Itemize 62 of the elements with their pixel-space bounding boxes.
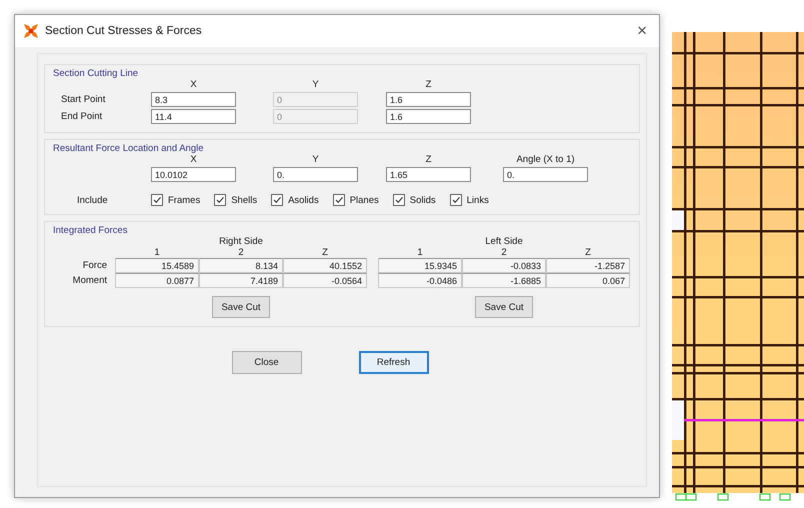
column-header: 2: [237, 247, 245, 258]
table-cell: 15.9345: [378, 258, 462, 273]
column-header: Z: [424, 79, 432, 90]
save-cut-button[interactable]: Save Cut: [475, 296, 533, 318]
column-header: Y: [311, 79, 320, 90]
table-cell: 0.067: [546, 273, 630, 288]
input-field[interactable]: 1.65: [386, 167, 471, 182]
checkbox-icon[interactable]: [271, 194, 284, 206]
row-label: Start Point: [60, 94, 106, 105]
side-title: Right Side: [218, 236, 264, 247]
close-button[interactable]: ×: [633, 21, 651, 41]
input-field[interactable]: 11.4: [151, 109, 236, 124]
column-header: Z: [584, 247, 592, 258]
table-cell: -0.0486: [378, 273, 462, 288]
app-logo-icon: [23, 23, 39, 39]
table-cell: 7.4189: [199, 273, 283, 288]
table-cell: -0.0564: [283, 273, 367, 288]
table-cell: -1.2587: [546, 258, 630, 273]
checkbox[interactable]: Asolids: [271, 194, 319, 206]
dialog-button[interactable]: Close: [232, 351, 302, 374]
group-title: Integrated Forces: [53, 225, 128, 236]
table-cell: 40.1552: [283, 258, 367, 273]
table-cell: -1.6885: [462, 273, 546, 288]
checkbox-icon[interactable]: [450, 194, 462, 206]
column-header: Angle (X to 1): [515, 154, 576, 165]
checkbox[interactable]: Planes: [332, 194, 379, 206]
column-header: Y: [311, 154, 320, 165]
input-field[interactable]: 0.: [503, 167, 588, 182]
checkbox-icon[interactable]: [151, 194, 163, 206]
input-field[interactable]: 10.0102: [151, 167, 236, 182]
input-field[interactable]: 1.6: [386, 109, 471, 124]
table-cell: 0.0877: [115, 273, 199, 288]
column-header: 2: [500, 247, 508, 258]
checkbox[interactable]: Shells: [214, 194, 258, 206]
group-title: Section Cutting Line: [53, 68, 140, 79]
column-header: Z: [424, 154, 432, 165]
side-title: Left Side: [484, 236, 524, 247]
checkbox[interactable]: Solids: [392, 194, 436, 206]
checkbox-icon[interactable]: [392, 194, 405, 206]
include-label: Include: [76, 194, 109, 206]
column-header: X: [189, 154, 198, 165]
checkbox-icon[interactable]: [332, 194, 345, 206]
save-cut-button[interactable]: Save Cut: [212, 296, 270, 318]
row-label: Force: [82, 260, 108, 271]
window-title: Section Cut Stresses & Forces: [45, 25, 203, 37]
row-label: End Point: [60, 111, 104, 122]
checkbox[interactable]: Links: [450, 194, 489, 206]
checkbox[interactable]: Frames: [151, 194, 200, 206]
table-cell: 15.4589: [115, 258, 199, 273]
input-field[interactable]: 8.3: [151, 92, 236, 107]
group-title: Resultant Force Location and Angle: [53, 143, 205, 154]
table-cell: -0.0833: [462, 258, 546, 273]
checkbox-icon[interactable]: [214, 194, 226, 206]
column-header: 1: [153, 247, 161, 258]
dialog-button[interactable]: Refresh: [358, 351, 428, 374]
input-field[interactable]: 0.: [273, 167, 358, 182]
column-header: X: [189, 79, 198, 90]
input-field[interactable]: 1.6: [386, 92, 471, 107]
table-cell: 8.134: [199, 258, 283, 273]
column-header: 1: [416, 247, 424, 258]
column-header: Z: [321, 247, 329, 258]
row-label: Moment: [72, 275, 108, 286]
